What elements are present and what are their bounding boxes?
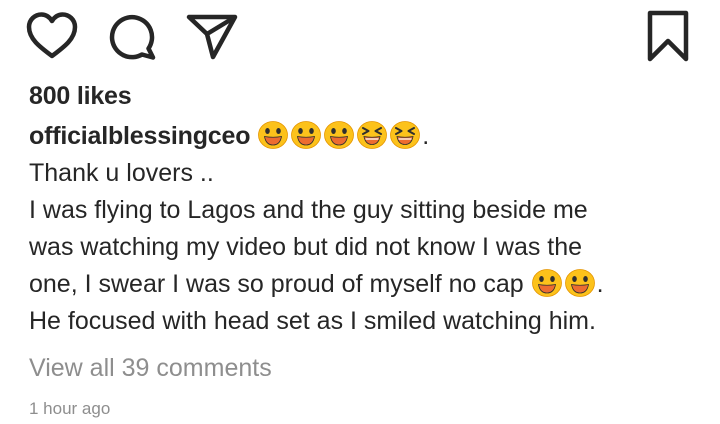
grinning-face-emoji-icon xyxy=(323,118,355,150)
squinting-face-emoji-icon xyxy=(389,118,421,150)
heart-icon xyxy=(26,12,78,59)
post-timestamp: 1 hour ago xyxy=(29,399,111,418)
speech-bubble-icon xyxy=(109,14,156,60)
save-button[interactable] xyxy=(646,10,690,62)
line-emojis xyxy=(531,269,597,298)
caption-line-5: one, I swear I was so proud of myself no… xyxy=(29,266,709,303)
caption-line-5-suffix: . xyxy=(596,270,604,298)
action-bar xyxy=(0,0,720,70)
grinning-face-emoji-icon xyxy=(290,118,322,150)
caption-line-4: was watching my video but did not know I… xyxy=(29,233,583,261)
view-all-comments-link[interactable]: View all 39 comments xyxy=(29,354,272,383)
grinning-face-emoji-icon xyxy=(531,266,563,298)
caption-username[interactable]: officialblessingceo xyxy=(29,122,250,150)
caption-line-6: He focused with head set as I smiled wat… xyxy=(29,307,596,335)
caption-username-suffix: . xyxy=(422,122,430,150)
grinning-face-emoji-icon xyxy=(257,118,289,150)
bookmark-icon xyxy=(647,10,689,62)
share-button[interactable] xyxy=(186,12,238,60)
grinning-face-emoji-icon xyxy=(564,266,596,298)
caption-line-5-text: one, I swear I was so proud of myself no… xyxy=(29,270,524,298)
caption: officialblessingceo . Thank u lovers .. … xyxy=(29,118,709,340)
paper-plane-icon xyxy=(186,14,238,60)
caption-line-1: officialblessingceo . xyxy=(29,118,709,155)
like-button[interactable] xyxy=(26,12,78,60)
comment-button[interactable] xyxy=(108,12,158,60)
caption-line-2: Thank u lovers .. xyxy=(29,159,214,187)
caption-line-3: I was flying to Lagos and the guy sittin… xyxy=(29,196,588,224)
likes-count[interactable]: 800 likes xyxy=(29,82,132,111)
username-emojis xyxy=(257,121,422,150)
squinting-face-emoji-icon xyxy=(356,118,388,150)
